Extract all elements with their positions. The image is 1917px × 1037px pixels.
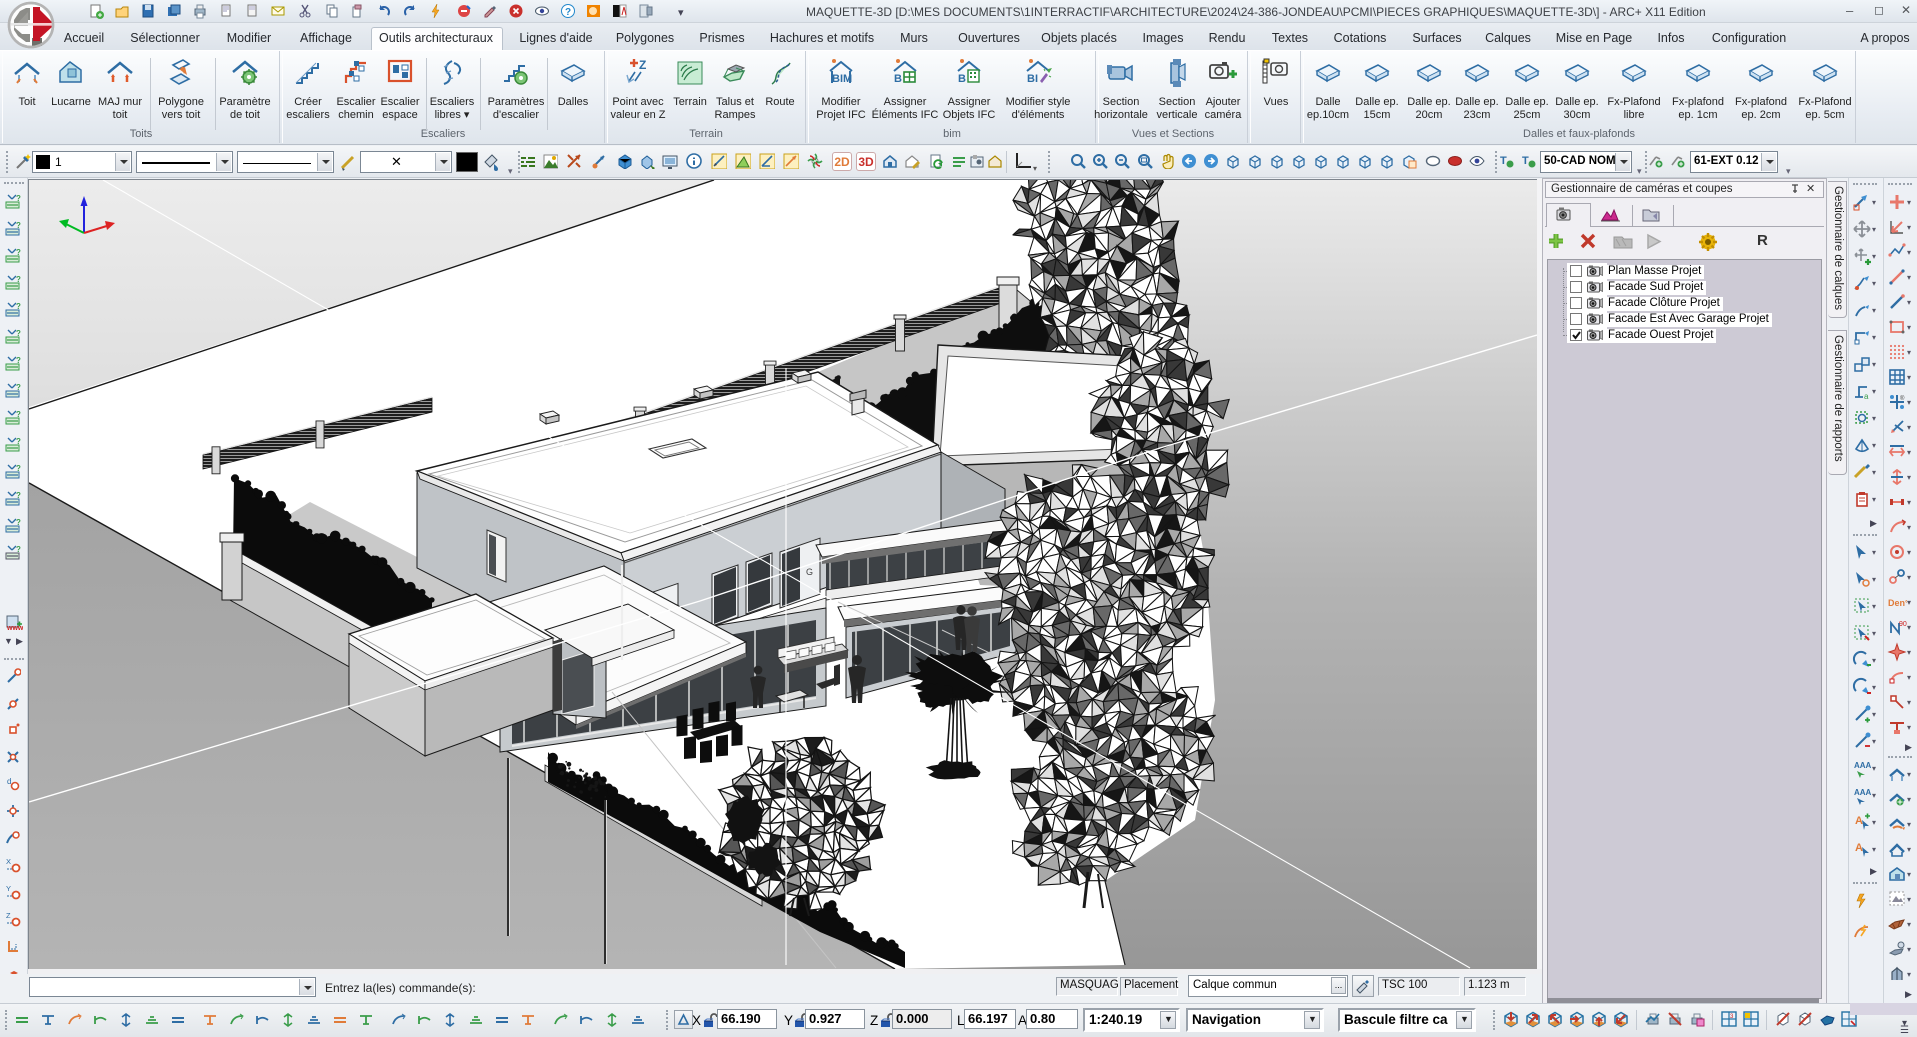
svg-text:?: ? [16, 275, 21, 284]
svg-text:?: ? [16, 437, 21, 446]
svg-text:G: G [806, 567, 813, 577]
svg-text:Y: Y [6, 884, 11, 893]
svg-text:?: ? [565, 7, 571, 18]
svg-text:B: B [894, 73, 902, 85]
svg-text:Den°: Den° [1888, 598, 1907, 608]
svg-text:Z: Z [6, 911, 11, 920]
svg-text:AAA: AAA [1854, 761, 1872, 770]
svg-text:T: T [1500, 155, 1507, 167]
svg-text:▾: ▾ [1033, 164, 1037, 173]
svg-text:?: ? [16, 356, 21, 365]
svg-text:www: www [6, 625, 23, 632]
svg-text:?: ? [16, 329, 21, 338]
svg-text:?: ? [16, 248, 21, 257]
svg-text:A: A [1855, 815, 1863, 827]
svg-text:?: ? [16, 545, 21, 554]
svg-text:?: ? [16, 464, 21, 473]
svg-text:a: a [1864, 392, 1869, 401]
svg-text:Z: Z [639, 58, 646, 72]
svg-text:?: ? [16, 518, 21, 527]
svg-text:AAA: AAA [1854, 788, 1872, 797]
svg-text:90°: 90° [1899, 620, 1907, 628]
svg-text:®: ® [1900, 395, 1905, 402]
svg-text:B: B [958, 73, 966, 85]
svg-text:?: ? [16, 221, 21, 230]
svg-text:?: ? [16, 491, 21, 500]
svg-text:?: ? [16, 410, 21, 419]
svg-text:BIM: BIM [832, 73, 852, 85]
svg-text:?: ? [16, 302, 21, 311]
svg-text:d: d [7, 777, 11, 786]
svg-text:A: A [1855, 842, 1863, 854]
svg-text:T: T [1522, 155, 1529, 167]
svg-text:X: X [6, 857, 11, 866]
svg-text:?: ? [16, 383, 21, 392]
svg-text:BI: BI [1027, 73, 1038, 85]
svg-text:?: ? [16, 194, 21, 203]
